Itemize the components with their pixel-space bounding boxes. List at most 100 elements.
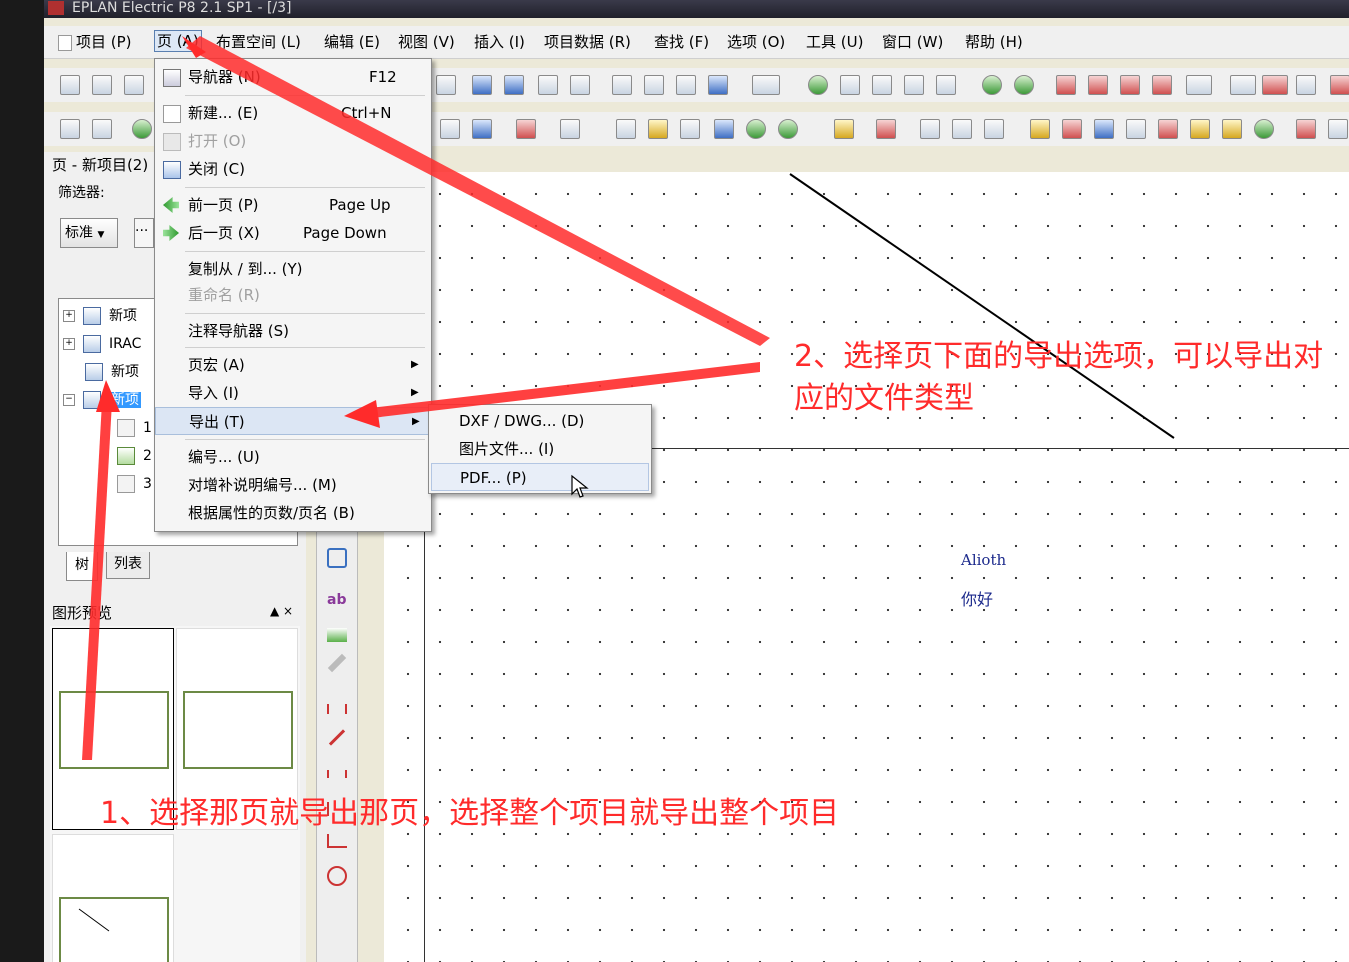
toolbar-button[interactable] xyxy=(440,119,460,139)
forward-icon[interactable] xyxy=(1014,75,1034,95)
menu-edit[interactable]: 编辑 (E) xyxy=(324,32,380,52)
menu-item-new[interactable]: 新建... (E) Ctrl+N xyxy=(155,99,431,127)
submenu-item-pdf[interactable]: PDF... (P) xyxy=(431,463,649,491)
toolbar-button[interactable] xyxy=(876,119,896,139)
toolbar-button[interactable] xyxy=(1222,119,1242,139)
toolbar-button[interactable] xyxy=(92,119,112,139)
menu-item-comment-navigator[interactable]: 注释导航器 (S) xyxy=(155,317,431,345)
toolbar-button[interactable] xyxy=(920,119,940,139)
menu-view[interactable]: 视图 (V) xyxy=(398,32,455,52)
toolbar-button[interactable] xyxy=(952,119,972,139)
expand-icon[interactable]: + xyxy=(63,310,75,322)
menu-item-previous[interactable]: 前一页 (P) Page Up xyxy=(155,191,431,219)
tree-item[interactable]: + IRAC xyxy=(63,331,141,357)
tool-icon[interactable] xyxy=(327,653,347,673)
toolbar-button[interactable] xyxy=(1254,119,1274,139)
back-icon[interactable] xyxy=(982,75,1002,95)
toolbar-button[interactable] xyxy=(612,75,632,95)
toolbar-button[interactable] xyxy=(1120,75,1140,95)
undo-icon[interactable] xyxy=(504,75,524,95)
snap-icon[interactable] xyxy=(1262,75,1288,95)
toolbar-button[interactable] xyxy=(616,119,636,139)
toolbar-button[interactable] xyxy=(1296,75,1316,95)
page-thumbnail[interactable] xyxy=(52,834,174,962)
menu-item-copy-from-to[interactable]: 复制从 / 到... (Y) xyxy=(155,255,431,283)
menu-layout-space[interactable]: 布置空间 (L) xyxy=(216,32,301,52)
toolbar-button[interactable] xyxy=(1152,75,1172,95)
radius-dimension-icon[interactable] xyxy=(327,866,347,886)
filter-edit-button[interactable]: ... xyxy=(134,218,154,248)
toolbar-button[interactable] xyxy=(648,119,668,139)
collapse-icon[interactable]: − xyxy=(63,394,75,406)
zoom-out-icon[interactable] xyxy=(904,75,924,95)
tree-item[interactable]: 新项 xyxy=(85,359,139,385)
canvas-text[interactable]: Alioth xyxy=(961,551,1006,569)
tree-item[interactable]: 3 xyxy=(117,471,152,497)
redo-icon[interactable] xyxy=(538,75,558,95)
menu-find[interactable]: 查找 (F) xyxy=(654,32,709,52)
table-icon[interactable] xyxy=(708,75,728,95)
connection-icon[interactable] xyxy=(327,548,347,568)
toolbar-button[interactable] xyxy=(1190,119,1210,139)
menu-item-next[interactable]: 后一页 (X) Page Down xyxy=(155,219,431,247)
submenu-item-image-file[interactable]: 图片文件... (I) xyxy=(429,435,651,463)
menu-help[interactable]: 帮助 (H) xyxy=(965,32,1023,52)
expand-icon[interactable]: + xyxy=(63,338,75,350)
menu-item-import[interactable]: 导入 (I) ▶ xyxy=(155,379,431,407)
text-icon[interactable]: ab xyxy=(327,592,347,612)
toolbar-button[interactable] xyxy=(1296,119,1316,139)
menu-item-page-by-property[interactable]: 根据属性的页数/页名 (B) xyxy=(155,499,431,527)
tree-item-selected[interactable]: − 新项 xyxy=(63,387,141,413)
menu-project[interactable]: 项目 (P) xyxy=(58,32,132,52)
toolbar-button[interactable] xyxy=(1330,75,1349,95)
dimension-aligned-icon[interactable] xyxy=(328,729,346,746)
toolbar-button[interactable] xyxy=(516,119,536,139)
menu-item-page-macro[interactable]: 页宏 (A) ▶ xyxy=(155,351,431,379)
toolbar-button[interactable] xyxy=(1056,75,1076,95)
menu-insert[interactable]: 插入 (I) xyxy=(474,32,525,52)
menu-page[interactable]: 页 (A) xyxy=(154,30,202,52)
window-icon[interactable] xyxy=(752,75,780,95)
toolbar-button[interactable] xyxy=(1062,119,1082,139)
toolbar-button[interactable] xyxy=(560,119,580,139)
toolbar-button[interactable] xyxy=(132,119,152,139)
redo-icon[interactable] xyxy=(570,75,590,95)
toolbar-button[interactable] xyxy=(124,75,144,95)
menu-options[interactable]: 选项 (O) xyxy=(727,32,785,52)
toolbar-button[interactable] xyxy=(1088,75,1108,95)
menu-item-numbering[interactable]: 编号... (U) xyxy=(155,443,431,471)
menu-item-close[interactable]: 关闭 (C) xyxy=(155,155,431,183)
menu-item-supplementary-numbering[interactable]: 对增补说明编号... (M) xyxy=(155,471,431,499)
menu-tools[interactable]: 工具 (U) xyxy=(806,32,863,52)
toolbar-button[interactable] xyxy=(1126,119,1146,139)
toolbar-button[interactable] xyxy=(1030,119,1050,139)
toolbar-button[interactable] xyxy=(92,75,112,95)
refresh-icon[interactable] xyxy=(808,75,828,95)
zoom-fit-icon[interactable] xyxy=(936,75,956,95)
dimension-icon[interactable] xyxy=(327,704,347,714)
toolbar-button[interactable] xyxy=(472,119,492,139)
filter-select[interactable]: 标准 ▼ xyxy=(60,218,118,248)
grid-icon[interactable] xyxy=(1186,75,1212,95)
tree-item[interactable]: 1 xyxy=(117,415,152,441)
tab-tree[interactable]: 树 xyxy=(66,552,98,581)
toolbar-button[interactable] xyxy=(60,75,80,95)
angle-dimension-icon[interactable] xyxy=(327,834,347,848)
menu-project-data[interactable]: 项目数据 (R) xyxy=(544,32,631,52)
toolbar-button[interactable] xyxy=(644,75,664,95)
canvas-text[interactable]: 你好 xyxy=(961,586,993,610)
toolbar-button[interactable] xyxy=(714,119,734,139)
menu-item-navigator[interactable]: 导航器 (N) F12 xyxy=(155,63,431,91)
toolbar-button[interactable] xyxy=(60,119,80,139)
menu-window[interactable]: 窗口 (W) xyxy=(882,32,943,52)
toolbar-button[interactable] xyxy=(436,75,456,95)
submenu-item-dxf-dwg[interactable]: DXF / DWG... (D) xyxy=(429,407,651,435)
toolbar-button[interactable] xyxy=(984,119,1004,139)
toolbar-button[interactable] xyxy=(746,119,766,139)
tab-list[interactable]: 列表 xyxy=(106,552,150,579)
toolbar-button[interactable] xyxy=(1158,119,1178,139)
toolbar-button[interactable] xyxy=(676,75,696,95)
grid-icon[interactable] xyxy=(1230,75,1256,95)
toolbar-button[interactable] xyxy=(1094,119,1114,139)
panel-controls[interactable]: ▲ × xyxy=(270,604,293,618)
